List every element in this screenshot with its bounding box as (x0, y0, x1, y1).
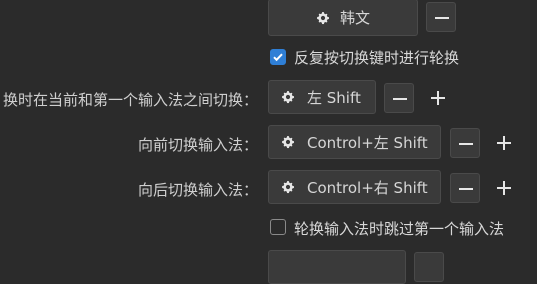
gear-icon (281, 135, 295, 149)
skip-first-checkbox-label: 轮换输入法时跳过第一个输入法 (294, 220, 505, 238)
toggle-hotkey-remove-button[interactable] (384, 83, 414, 113)
backward-hotkey-value: Control+右 Shift (307, 178, 428, 197)
minus-icon (459, 143, 473, 145)
gear-icon (316, 11, 330, 25)
remove-language-button[interactable] (426, 2, 456, 32)
backward-hotkey-label: 向后切换输入法： (137, 181, 258, 199)
backward-hotkey-add-button[interactable] (489, 173, 519, 203)
checkmark-icon (273, 53, 283, 62)
cycle-checkbox[interactable] (270, 49, 286, 65)
minus-icon (393, 98, 407, 100)
minus-icon (435, 17, 449, 19)
forward-hotkey-remove-button[interactable] (450, 128, 480, 158)
cycle-checkbox-label: 反复按切换键时进行轮换 (294, 49, 460, 67)
toggle-hotkey-value: 左 Shift (307, 88, 361, 107)
backward-hotkey-button[interactable]: Control+右 Shift (268, 170, 441, 204)
plus-icon (497, 181, 511, 195)
language-row: 韩文 (0, 0, 537, 40)
plus-icon (497, 136, 511, 150)
skip-first-checkbox[interactable] (270, 219, 286, 235)
toggle-hotkey-button[interactable]: 左 Shift (268, 80, 376, 114)
next-hotkey-remove-button[interactable] (414, 252, 444, 282)
backward-hotkey-remove-button[interactable] (450, 173, 480, 203)
gear-icon (281, 90, 295, 104)
gear-icon (281, 180, 295, 194)
forward-hotkey-add-button[interactable] (489, 128, 519, 158)
toggle-hotkey-label: 换时在当前和第一个输入法之间切换： (2, 91, 258, 109)
minus-icon (459, 188, 473, 190)
next-hotkey-button[interactable] (268, 250, 406, 284)
forward-hotkey-label: 向前切换输入法： (137, 136, 258, 154)
language-button[interactable]: 韩文 (268, 0, 418, 36)
plus-icon (431, 91, 445, 105)
language-button-label: 韩文 (339, 9, 370, 27)
forward-hotkey-value: Control+左 Shift (307, 133, 428, 152)
toggle-hotkey-add-button[interactable] (423, 83, 453, 113)
forward-hotkey-button[interactable]: Control+左 Shift (268, 125, 441, 159)
